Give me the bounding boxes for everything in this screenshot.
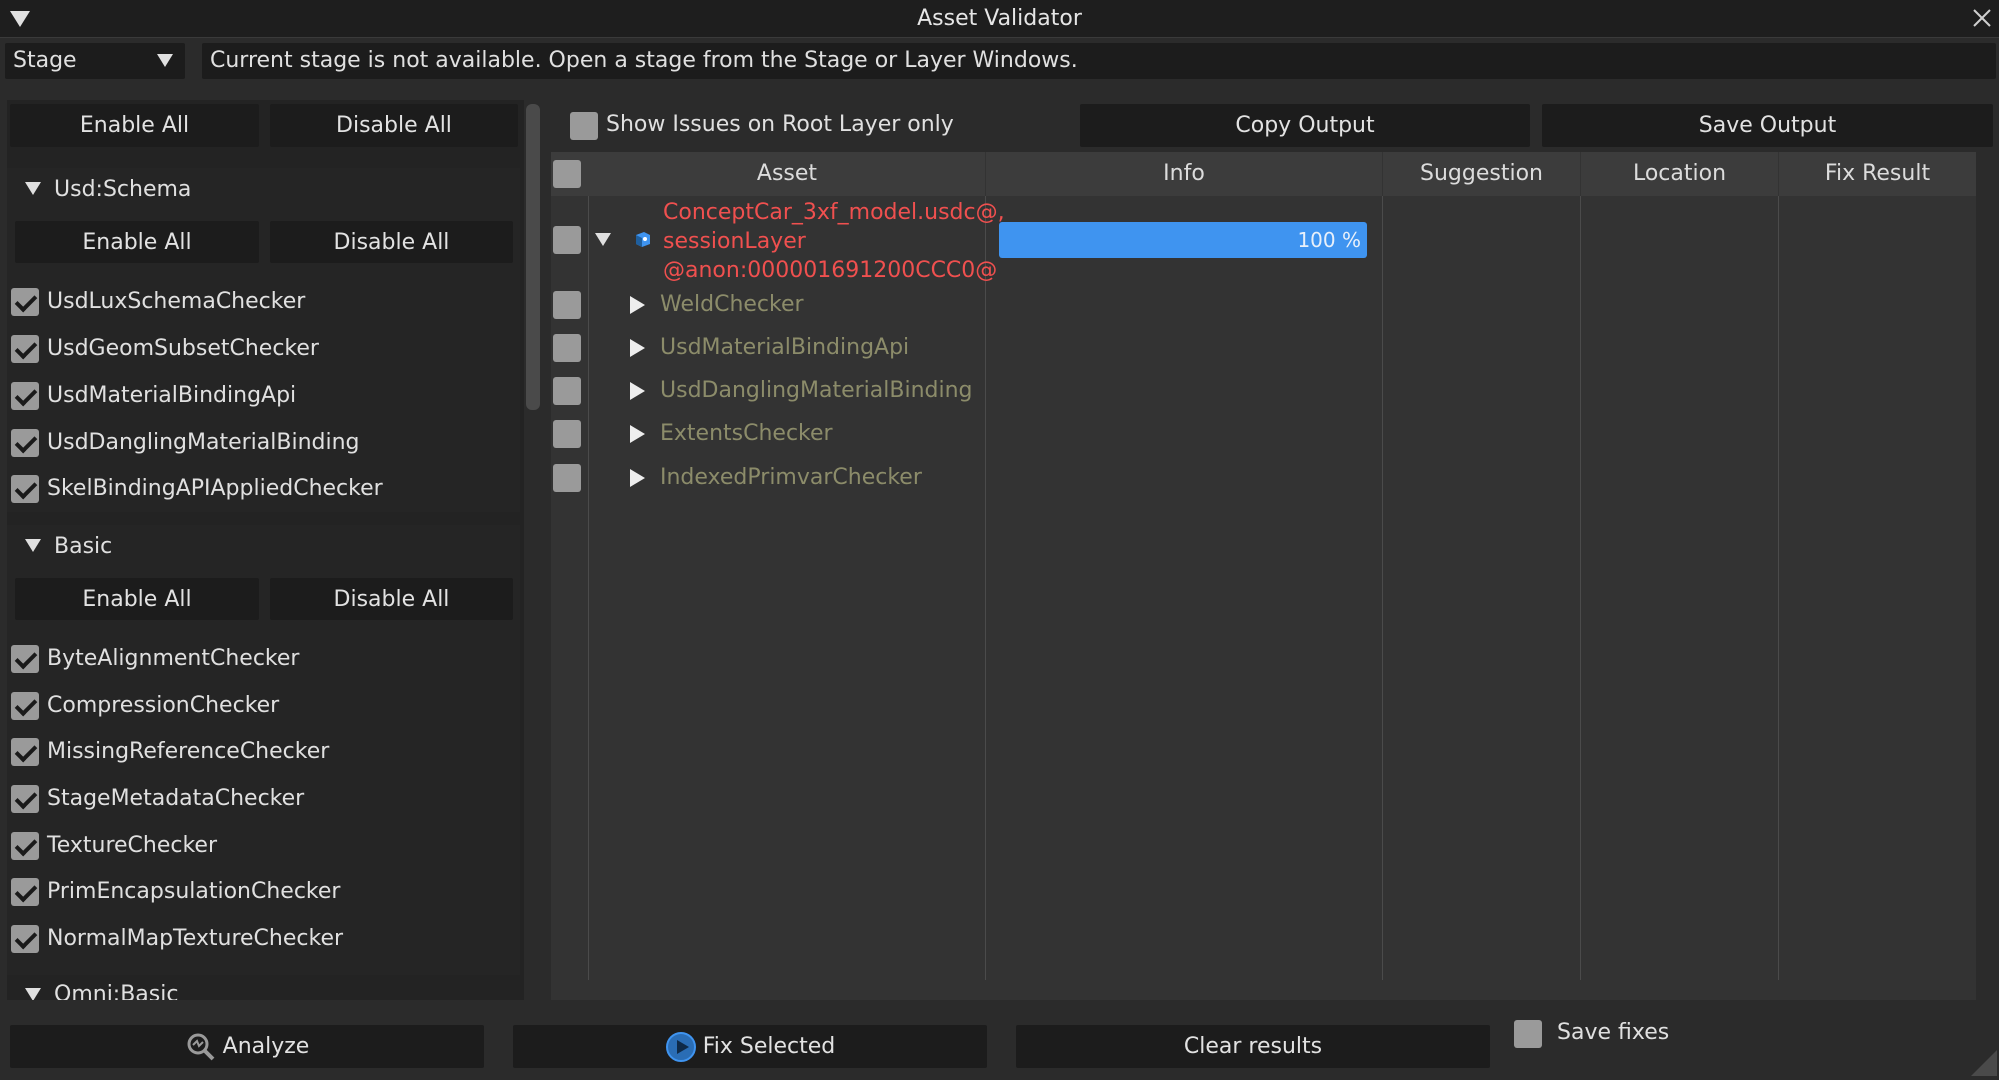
stage-dropdown-value: Stage <box>13 48 77 73</box>
status-message-field: Current stage is not available. Open a s… <box>202 43 1996 79</box>
checker-checkbox[interactable] <box>11 692 39 720</box>
progress-label: 100 % <box>1297 228 1361 252</box>
checker-checkbox[interactable] <box>11 832 39 860</box>
group-collapse-icon[interactable] <box>25 539 41 552</box>
row-checkbox[interactable] <box>553 334 581 362</box>
column-divider <box>1580 196 1581 980</box>
checker-checkbox[interactable] <box>11 738 39 766</box>
tree-item-label[interactable]: UsdMaterialBindingApi <box>660 335 909 360</box>
checker-label: NormalMapTextureChecker <box>47 926 344 951</box>
expand-icon[interactable] <box>630 382 645 400</box>
checker-label: UsdLuxSchemaChecker <box>47 289 306 314</box>
row-checkbox[interactable] <box>553 420 581 448</box>
save-output-button[interactable]: Save Output <box>1542 104 1993 147</box>
tree-item-label[interactable]: IndexedPrimvarChecker <box>660 465 922 490</box>
select-all-checkbox[interactable] <box>553 160 581 188</box>
copy-output-button[interactable]: Copy Output <box>1080 104 1530 147</box>
group-title-omni-basic: Omni:Basic <box>54 982 179 1000</box>
disable-all-button[interactable]: Disable All <box>270 104 518 147</box>
column-header-suggestion[interactable]: Suggestion <box>1383 152 1580 196</box>
expand-icon[interactable] <box>595 233 611 246</box>
column-divider <box>1778 196 1779 980</box>
checker-label: ByteAlignmentChecker <box>47 646 300 671</box>
checker-label: PrimEncapsulationChecker <box>47 879 341 904</box>
tree-item-label[interactable]: UsdDanglingMaterialBinding <box>660 378 973 403</box>
expand-icon[interactable] <box>630 425 645 443</box>
row-checkbox[interactable] <box>553 464 581 492</box>
column-divider <box>588 196 589 980</box>
checker-label: TextureChecker <box>47 833 218 858</box>
dropdown-arrow-icon <box>157 54 173 67</box>
group-collapse-icon[interactable] <box>25 182 41 195</box>
checker-label: UsdGeomSubsetChecker <box>47 336 319 361</box>
checker-checkbox[interactable] <box>11 288 39 316</box>
fix-selected-label: Fix Selected <box>702 1034 836 1059</box>
tree-item-label[interactable]: WeldChecker <box>660 292 804 317</box>
left-scrollbar-thumb[interactable] <box>526 104 540 410</box>
column-header-info[interactable]: Info <box>986 152 1382 196</box>
checker-checkbox[interactable] <box>11 925 39 953</box>
checker-label: StageMetadataChecker <box>47 786 305 811</box>
column-divider <box>985 196 986 980</box>
group-omni-basic: Omni:Basic <box>7 982 520 1000</box>
row-checkbox[interactable] <box>553 291 581 319</box>
group-disable-all-button[interactable]: Disable All <box>270 578 513 620</box>
group-collapse-icon[interactable] <box>25 988 41 1000</box>
enable-all-button[interactable]: Enable All <box>10 104 259 147</box>
checker-checkbox[interactable] <box>11 785 39 813</box>
column-header-fix-result[interactable]: Fix Result <box>1779 152 1976 196</box>
group-title-basic: Basic <box>54 534 113 559</box>
save-fixes-label: Save fixes <box>1557 1020 1670 1045</box>
search-analyze-icon <box>187 1033 215 1060</box>
root-asset-line: @anon:000001691200CCC0@ <box>663 258 998 283</box>
checker-checkbox[interactable] <box>11 335 39 363</box>
group-disable-all-button[interactable]: Disable All <box>270 221 513 263</box>
analyze-button[interactable]: Analyze <box>10 1025 484 1068</box>
group-title-usd-schema: Usd:Schema <box>54 177 192 202</box>
status-message: Current stage is not available. Open a s… <box>210 48 1078 73</box>
root-asset-line: sessionLayer <box>663 229 806 254</box>
progress-bar: 100 % <box>999 222 1367 258</box>
tree-item-label[interactable]: ExtentsChecker <box>660 421 833 446</box>
window-title: Asset Validator <box>917 6 1082 31</box>
checker-checkbox[interactable] <box>11 475 39 503</box>
show-issues-root-only-checkbox[interactable] <box>570 112 598 140</box>
show-issues-root-only-label: Show Issues on Root Layer only <box>606 112 954 137</box>
stage-dropdown[interactable]: Stage <box>5 43 185 79</box>
group-enable-all-button[interactable]: Enable All <box>15 221 259 263</box>
group-enable-all-button[interactable]: Enable All <box>15 578 259 620</box>
checker-checkbox[interactable] <box>11 382 39 410</box>
checker-label: UsdMaterialBindingApi <box>47 383 297 408</box>
analyze-label: Analyze <box>222 1034 310 1059</box>
resize-grip-icon[interactable] <box>1971 1050 1997 1076</box>
expand-icon[interactable] <box>630 296 645 314</box>
checker-checkbox[interactable] <box>11 878 39 906</box>
clear-results-button[interactable]: Clear results <box>1016 1025 1490 1068</box>
close-icon[interactable] <box>1972 8 1992 28</box>
row-checkbox[interactable] <box>553 377 581 405</box>
checker-checkbox[interactable] <box>11 429 39 457</box>
expand-icon[interactable] <box>630 339 645 357</box>
checker-label: SkelBindingAPIAppliedChecker <box>47 476 383 501</box>
stage-icon <box>632 229 652 249</box>
root-asset-path[interactable]: ConceptCar_3xf_model.usdc@, sessionLayer… <box>663 198 1005 285</box>
checker-label: CompressionChecker <box>47 693 280 718</box>
checker-label: MissingReferenceChecker <box>47 739 330 764</box>
column-header-location[interactable]: Location <box>1581 152 1778 196</box>
column-divider <box>1382 196 1383 980</box>
checker-checkbox[interactable] <box>11 645 39 673</box>
expand-icon[interactable] <box>630 469 645 487</box>
save-fixes-checkbox[interactable] <box>1514 1020 1542 1048</box>
checker-label: UsdDanglingMaterialBinding <box>47 430 360 455</box>
column-header-asset[interactable]: Asset <box>589 152 985 196</box>
row-checkbox[interactable] <box>553 226 581 254</box>
root-asset-line: ConceptCar_3xf_model.usdc@, <box>663 200 1005 225</box>
play-icon <box>665 1031 696 1062</box>
fix-selected-button[interactable]: Fix Selected <box>513 1025 987 1068</box>
